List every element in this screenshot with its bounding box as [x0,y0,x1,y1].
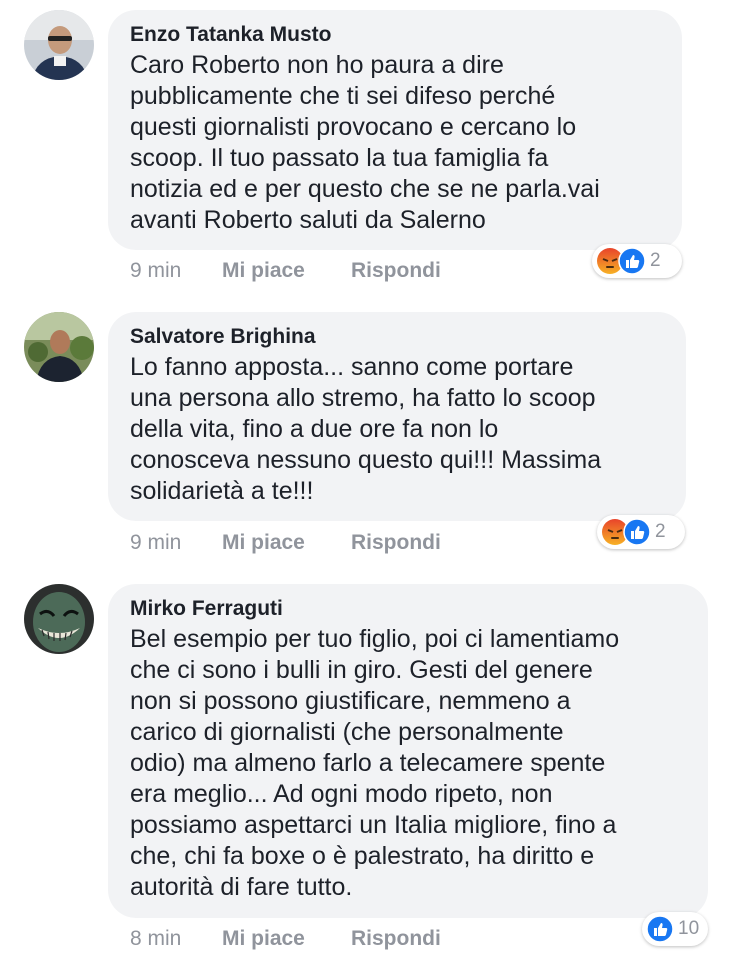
comment-meta: 9 min Mi piace Rispondi [130,258,441,284]
comment-time[interactable]: 8 min [130,926,222,952]
comment-bubble: Enzo Tatanka Musto Caro Roberto non ho p… [108,10,682,250]
comment-bubble: Salvatore Brighina Lo fanno apposta... s… [108,312,686,521]
reactions-summary[interactable]: 2 [592,244,682,278]
like-icon [623,518,651,546]
comment-bubble: Mirko Ferraguti Bel esempio per tuo figl… [108,584,708,918]
reactions-summary[interactable]: 2 [597,515,685,549]
like-button[interactable]: Mi piace [222,258,351,284]
avatar[interactable] [24,312,94,382]
comment-time[interactable]: 9 min [130,530,222,556]
comment-author[interactable]: Salvatore Brighina [130,324,668,350]
comment-text: Bel esempio per tuo figlio, poi ci lamen… [130,625,620,901]
reaction-count: 10 [678,918,700,939]
like-icon [646,915,674,943]
comment-meta: 8 min Mi piace Rispondi [130,926,441,952]
avatar[interactable] [24,10,94,80]
comment-time[interactable]: 9 min [130,258,222,284]
reply-button[interactable]: Rispondi [351,530,441,556]
like-button[interactable]: Mi piace [222,926,351,952]
like-button[interactable]: Mi piace [222,530,351,556]
comment-author[interactable]: Enzo Tatanka Musto [130,22,664,48]
reaction-count: 2 [655,521,666,542]
comment-author[interactable]: Mirko Ferraguti [130,596,690,622]
reactions-summary[interactable]: 10 [642,912,708,946]
avatar[interactable] [24,584,94,654]
like-icon [618,247,646,275]
comment-text: Lo fanno apposta... sanno come portare u… [130,353,602,505]
reply-button[interactable]: Rispondi [351,926,441,952]
comment-text: Caro Roberto non ho paura a dire pubblic… [130,51,600,234]
reply-button[interactable]: Rispondi [351,258,441,284]
comment-meta: 9 min Mi piace Rispondi [130,530,441,556]
reaction-count: 2 [650,250,661,271]
